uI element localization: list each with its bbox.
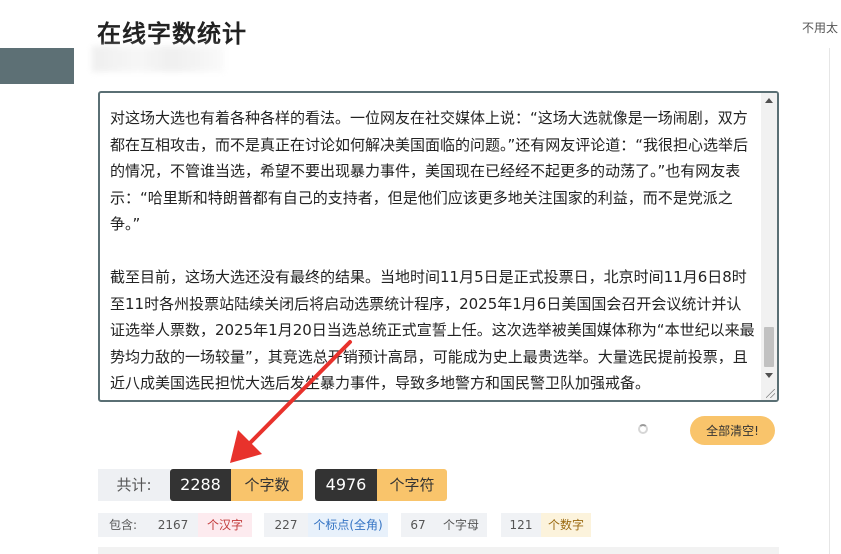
hanzi-unit: 个汉字 [198,513,252,537]
stats-summary: 共计: 2288 个字数 4976 个字符 [98,469,779,501]
page-title: 在线字数统计 [97,20,247,48]
editor-scrollbar[interactable] [761,93,777,400]
char-count-unit: 个字符 [377,469,447,501]
side-tab[interactable] [0,48,74,84]
right-hint-text: 不用太 [802,21,839,35]
bottom-panel [98,547,779,554]
word-count-value: 2288 [170,469,231,501]
text-input-area[interactable]: 对这场大选也有着各种各样的看法。一位网友在社交媒体上说：“这场大选就像是一场闹剧… [98,91,779,402]
resize-grip-icon[interactable] [766,389,775,398]
letter-count: 67 [401,513,435,537]
punct-unit: 个标点(全角) [308,513,388,537]
details-label: 包含: [98,513,148,537]
char-count-value: 4976 [315,469,377,501]
total-label: 共计: [98,469,170,501]
loading-spinner-icon [638,424,648,434]
word-count-stat: 2288 个字数 [170,469,303,501]
right-panel-divider [829,48,830,554]
blurred-subtitle [92,46,224,72]
word-count-unit: 个字数 [231,469,303,501]
scroll-thumb[interactable] [764,327,774,367]
punct-count: 227 [264,513,308,537]
letter-stat: 67 个字母 [401,513,487,537]
hanzi-stat: 2167 个汉字 [148,513,252,537]
scroll-up-icon[interactable] [765,98,773,103]
hanzi-count: 2167 [148,513,198,537]
clear-all-button[interactable]: 全部清空! [690,416,775,445]
digit-count: 121 [501,513,541,537]
letter-unit: 个字母 [435,513,487,537]
digit-unit: 个数字 [541,513,591,537]
punct-stat: 227 个标点(全角) [264,513,388,537]
editor-text[interactable]: 对这场大选也有着各种各样的看法。一位网友在社交媒体上说：“这场大选就像是一场闹剧… [110,105,755,397]
digit-stat: 121 个数字 [501,513,591,537]
scroll-down-icon[interactable] [765,373,773,378]
char-count-stat: 4976 个字符 [315,469,447,501]
